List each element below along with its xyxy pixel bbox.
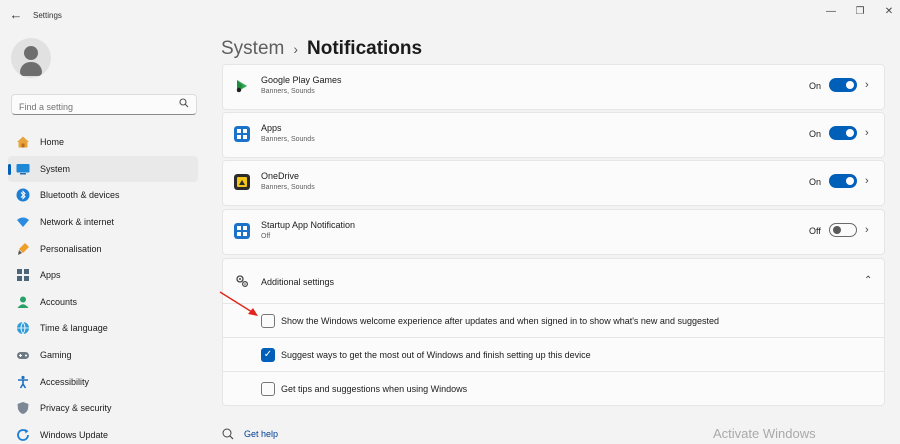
- breadcrumb-separator-icon: ›: [293, 41, 299, 57]
- toggle-state-label: Off: [809, 226, 821, 236]
- sidebar-item-label: Accessibility: [40, 376, 90, 387]
- avatar-head: [24, 46, 38, 60]
- page-title: Notifications: [307, 38, 423, 59]
- notification-toggle[interactable]: [829, 78, 857, 92]
- chevron-right-icon[interactable]: ›: [865, 224, 869, 236]
- sidebar-item-label: Privacy & security: [40, 403, 112, 414]
- app-name: OneDrive: [261, 171, 300, 181]
- apps-app-icon: [234, 126, 250, 142]
- additional-settings-header[interactable]: Additional settings ⌃: [223, 259, 884, 304]
- sidebar-item-windows-update[interactable]: Windows Update: [8, 422, 198, 444]
- app-detail: Off: [261, 233, 271, 240]
- title-bar: ← Settings — ❐ ✕: [0, 0, 900, 32]
- avatar-body: [20, 62, 42, 76]
- minimize-icon[interactable]: —: [822, 5, 840, 19]
- chevron-right-icon[interactable]: ›: [865, 175, 869, 187]
- back-arrow-icon[interactable]: ←: [8, 7, 24, 23]
- app-row-startup-app-notification[interactable]: Startup App Notification Off Off ›: [222, 209, 885, 255]
- checkbox[interactable]: [261, 314, 275, 328]
- toggle-state-label: On: [809, 129, 822, 139]
- sidebar-item-label: Network & internet: [40, 217, 115, 228]
- sidebar-item-label: Accounts: [40, 296, 78, 307]
- sidebar-item-home[interactable]: Home: [8, 129, 198, 156]
- breadcrumb: System › Notifications: [221, 38, 422, 60]
- bluetooth-icon: [16, 188, 30, 202]
- app-row-google-play-games[interactable]: Google Play Games Banners, Sounds On ›: [222, 64, 885, 110]
- chevron-up-icon[interactable]: ⌃: [864, 275, 872, 286]
- maximize-icon[interactable]: ❐: [851, 5, 869, 19]
- update-icon: [16, 428, 30, 442]
- notification-toggle[interactable]: [829, 174, 857, 188]
- sidebar-item-gaming[interactable]: Gaming: [8, 342, 198, 369]
- search-icon[interactable]: [179, 98, 189, 108]
- checkbox-checked[interactable]: ✓: [261, 348, 275, 362]
- accounts-icon: [16, 295, 30, 309]
- app-row-apps[interactable]: Apps Banners, Sounds On ›: [222, 112, 885, 158]
- app-row-onedrive[interactable]: OneDrive Banners, Sounds On ›: [222, 160, 885, 206]
- system-icon: [16, 162, 30, 176]
- app-name: Google Play Games: [261, 75, 342, 85]
- get-help-label: Get help: [244, 429, 279, 439]
- gaming-icon: [16, 348, 30, 362]
- sidebar-item-bluetooth[interactable]: Bluetooth & devices: [8, 182, 198, 209]
- breadcrumb-parent[interactable]: System: [221, 38, 284, 60]
- sidebar-item-label: Windows Update: [40, 429, 109, 440]
- option-label: Get tips and suggestions when using Wind…: [281, 384, 468, 394]
- apps-icon: [16, 268, 30, 282]
- activation-watermark: Activate Windows: [713, 426, 816, 441]
- sidebar-item-label: Apps: [40, 270, 61, 281]
- additional-settings-panel: Additional settings ⌃ Show the Windows w…: [222, 258, 885, 406]
- chevron-right-icon[interactable]: ›: [865, 127, 869, 139]
- get-help-link[interactable]: Get help: [222, 428, 278, 440]
- option-welcome-experience[interactable]: Show the Windows welcome experience afte…: [223, 304, 884, 338]
- app-detail: Banners, Sounds: [261, 88, 315, 95]
- sidebar-item-privacy-security[interactable]: Privacy & security: [8, 395, 198, 422]
- app-name: Startup App Notification: [261, 220, 356, 230]
- sidebar-item-label: Personalisation: [40, 243, 102, 254]
- globe-icon: [16, 321, 30, 335]
- avatar[interactable]: [11, 38, 51, 78]
- sidebar-item-accessibility[interactable]: Accessibility: [8, 368, 198, 395]
- shield-icon: [16, 401, 30, 415]
- notification-toggle[interactable]: [829, 223, 857, 237]
- option-suggest-ways[interactable]: ✓ Suggest ways to get the most out of Wi…: [223, 338, 884, 372]
- sidebar-item-apps[interactable]: Apps: [8, 262, 198, 289]
- sidebar-item-label: Time & language: [40, 323, 108, 334]
- help-icon: [222, 428, 234, 440]
- onedrive-icon: [234, 174, 250, 190]
- close-icon[interactable]: ✕: [880, 5, 898, 19]
- sidebar-item-network[interactable]: Network & internet: [8, 209, 198, 236]
- app-name: Apps: [261, 123, 282, 133]
- chevron-right-icon[interactable]: ›: [865, 79, 869, 91]
- annotation-arrow-icon: [219, 291, 258, 316]
- sidebar-nav: Home System Bluetooth & devices Network …: [8, 129, 198, 444]
- option-tips-suggestions[interactable]: Get tips and suggestions when using Wind…: [223, 372, 884, 406]
- sidebar-item-accounts[interactable]: Accounts: [8, 289, 198, 316]
- accessibility-icon: [16, 375, 30, 389]
- checkbox[interactable]: [261, 382, 275, 396]
- home-icon: [16, 135, 30, 149]
- google-play-games-icon: [236, 80, 247, 93]
- notification-toggle[interactable]: [829, 126, 857, 140]
- sidebar-item-label: Home: [40, 137, 65, 148]
- startup-app-icon: [234, 223, 250, 239]
- app-detail: Banners, Sounds: [261, 184, 315, 191]
- sidebar-item-personalisation[interactable]: Personalisation: [8, 235, 198, 262]
- additional-settings-title: Additional settings: [261, 277, 335, 287]
- sidebar-item-label: Gaming: [40, 350, 72, 361]
- option-label: Suggest ways to get the most out of Wind…: [281, 350, 591, 360]
- sidebar-item-label: Bluetooth & devices: [40, 190, 120, 201]
- toggle-state-label: On: [809, 177, 822, 187]
- sidebar-item-time-language[interactable]: Time & language: [8, 315, 198, 342]
- wifi-icon: [16, 215, 30, 229]
- toggle-state-label: On: [809, 81, 822, 91]
- app-detail: Banners, Sounds: [261, 136, 315, 143]
- app-title: Settings: [33, 11, 62, 20]
- option-label: Show the Windows welcome experience afte…: [281, 316, 719, 326]
- brush-icon: [16, 242, 30, 256]
- gear-icon: [236, 275, 249, 288]
- search-input[interactable]: [11, 94, 197, 115]
- sidebar-item-label: System: [40, 163, 71, 174]
- sidebar-item-system[interactable]: System: [8, 155, 198, 183]
